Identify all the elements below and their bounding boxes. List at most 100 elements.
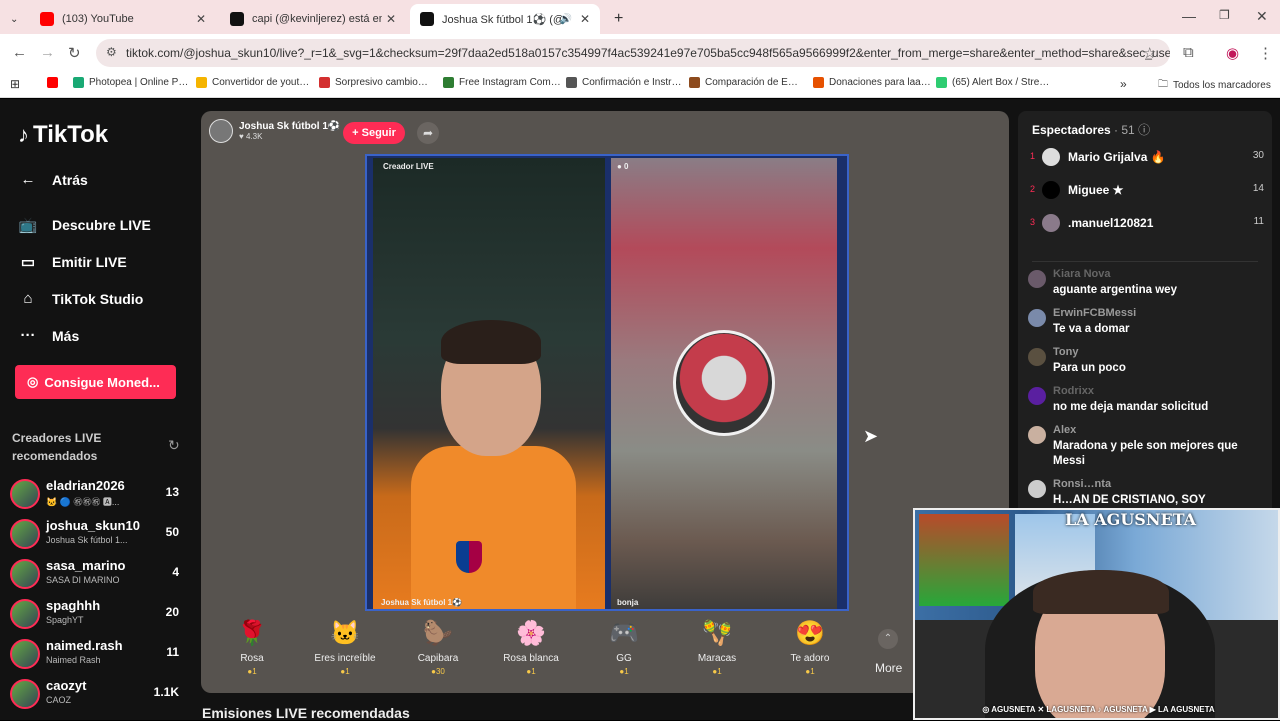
guest-avatar bbox=[673, 330, 775, 436]
avatar bbox=[1028, 426, 1046, 444]
creator-item[interactable]: joshua_skun10 Joshua Sk fútbol 1... 50 bbox=[10, 517, 185, 553]
video-player[interactable]: Creador LIVE Joshua Sk fútbol 1⚽ ● 0 bon… bbox=[365, 154, 849, 611]
chat-username: Tony bbox=[1053, 346, 1079, 358]
creator-item[interactable]: eladrian2026 🐱 🔵 ㊗㊗㊗ 🅰... 13 bbox=[10, 477, 185, 513]
creator-name: sasa_marino bbox=[46, 558, 126, 573]
all-bookmarks-folder[interactable]: 🗀 Todos los marcadores bbox=[1158, 77, 1271, 94]
bookmark-item[interactable]: Donaciones para laa… bbox=[813, 77, 931, 88]
gift-maracas[interactable]: 🪇 Maracas ●1 bbox=[674, 619, 760, 676]
creator-item[interactable]: spaghhh SpaghYT 20 bbox=[10, 597, 185, 633]
bookmark-item[interactable]: (65) Alert Box / Stre… bbox=[936, 77, 1049, 88]
host-info[interactable]: Joshua Sk fútbol 1⚽ ♥ 4.3K bbox=[209, 119, 340, 143]
bookmark-item[interactable]: Sorpresivo cambio… bbox=[319, 77, 428, 88]
nav-more[interactable]: ··· Más bbox=[18, 327, 80, 344]
maracas-icon: 🪇 bbox=[702, 620, 732, 647]
bookmark-label: Free Instagram Com… bbox=[459, 77, 561, 88]
restore-icon[interactable]: ❐ bbox=[1219, 8, 1230, 22]
tab-youtube[interactable]: (103) YouTube ✕ bbox=[30, 4, 216, 34]
tv-icon: 📺 bbox=[18, 217, 38, 234]
bookmark-youtube[interactable] bbox=[47, 77, 58, 88]
close-tab-icon[interactable]: ✕ bbox=[196, 12, 206, 26]
creator-subtitle: Joshua Sk fútbol 1... bbox=[46, 535, 128, 545]
bookmark-item[interactable]: Convertidor de yout… bbox=[196, 77, 309, 88]
avatar bbox=[1028, 480, 1046, 498]
bookmarks-overflow-icon[interactable]: » bbox=[1120, 77, 1127, 91]
gift-name: Rosa blanca bbox=[503, 653, 559, 664]
avatar bbox=[1028, 387, 1046, 405]
guest-caption: bonja bbox=[617, 598, 639, 607]
url-field[interactable]: ⚙ tiktok.com/@joshua_skun10/live?_r=1&_s… bbox=[96, 39, 1170, 67]
streamer-hair bbox=[1033, 570, 1169, 614]
gift-rosa[interactable]: 🌹 Rosa ●1 bbox=[209, 619, 295, 676]
gift-eres-increible[interactable]: 🐱 Eres increíble ●1 bbox=[302, 619, 388, 676]
creator-item[interactable]: sasa_marino SASA DI MARINO 4 bbox=[10, 557, 185, 593]
profile-icon[interactable]: ◉ bbox=[1226, 44, 1239, 62]
creator-item[interactable]: naimed.rash Naimed Rash 11 bbox=[10, 637, 185, 673]
close-tab-icon[interactable]: ✕ bbox=[580, 12, 590, 26]
tab-search-button[interactable]: ⌄ bbox=[0, 4, 30, 34]
speaker-icon[interactable]: 🔊 bbox=[560, 14, 572, 25]
viewer-count: 11 bbox=[166, 645, 179, 659]
nav-tiktok-studio[interactable]: ⌂ TikTok Studio bbox=[18, 290, 143, 307]
follow-button[interactable]: + Seguir bbox=[343, 122, 405, 144]
viewer-count: 1.1K bbox=[153, 685, 179, 699]
site-info-icon[interactable]: ⚙ bbox=[106, 45, 117, 59]
bookmark-item[interactable]: Confirmación e Instr… bbox=[566, 77, 681, 88]
bookmark-item[interactable]: Free Instagram Com… bbox=[443, 77, 561, 88]
back-link[interactable]: ← Atrás bbox=[18, 171, 88, 188]
ranking-row[interactable]: 1 Mario Grijalva 🔥 30 bbox=[1030, 146, 1268, 170]
chat-text: aguante argentina wey bbox=[1053, 284, 1177, 296]
bookmark-star-icon[interactable]: ☆ bbox=[1143, 44, 1156, 62]
avatar bbox=[10, 479, 40, 509]
viewer-count: 50 bbox=[165, 525, 179, 539]
gift-gg[interactable]: 🎮 GG ●1 bbox=[581, 619, 667, 676]
creator-subtitle: CAOZ bbox=[46, 695, 72, 705]
spectators-header[interactable]: Espectadores · 51 ⓘ bbox=[1032, 121, 1150, 138]
minimize-icon[interactable]: — bbox=[1182, 8, 1196, 24]
avatar bbox=[1042, 181, 1060, 199]
gift-te-adoro[interactable]: 😍 Te adoro ●1 bbox=[767, 619, 853, 676]
bookmark-label: Confirmación e Instr… bbox=[582, 77, 682, 88]
creator-name: naimed.rash bbox=[46, 638, 123, 653]
get-coins-button[interactable]: ◎ Consigue Moned... bbox=[15, 365, 176, 399]
chat-text: H…AN DE CRISTIANO, SOY bbox=[1053, 494, 1206, 506]
close-window-icon[interactable]: ✕ bbox=[1256, 8, 1268, 25]
nav-discover-live[interactable]: 📺 Descubre LIVE bbox=[18, 216, 151, 234]
menu-icon[interactable]: ⋮ bbox=[1258, 44, 1273, 62]
apps-icon[interactable]: ⊞ bbox=[10, 77, 20, 91]
bookmark-label: Photopea | Online P… bbox=[89, 77, 189, 88]
extensions-icon[interactable]: ⧉ bbox=[1183, 44, 1194, 61]
chat-text: Te va a domar bbox=[1053, 323, 1130, 335]
ranking-row[interactable]: 2 Miguee ★ 14 bbox=[1030, 179, 1268, 203]
tiktok-logo[interactable]: ♪ TikTok bbox=[18, 121, 108, 149]
bookmark-item[interactable]: Comparación de E… bbox=[689, 77, 798, 88]
nav-go-live[interactable]: ▭ Emitir LIVE bbox=[18, 253, 127, 271]
get-coins-label: Consigue Moned... bbox=[44, 374, 160, 390]
back-arrow-icon[interactable]: ← bbox=[12, 44, 27, 61]
forward-arrow-icon[interactable]: → bbox=[40, 44, 55, 61]
back-arrow-icon: ← bbox=[20, 171, 36, 188]
gift-bar: 🌹 Rosa ●1 🐱 Eres increíble ●1 🦫 Capibara… bbox=[209, 619, 921, 687]
share-icon[interactable]: ➦ bbox=[417, 122, 439, 144]
tiktok-note-icon: ♪ bbox=[18, 122, 29, 147]
host-likes: ♥ 4.3K bbox=[239, 132, 263, 141]
reload-icon[interactable]: ↻ bbox=[68, 44, 81, 62]
gift-rosa-blanca[interactable]: 🌸 Rosa blanca ●1 bbox=[488, 619, 574, 676]
gift-capibara[interactable]: 🦫 Capibara ●30 bbox=[395, 619, 481, 676]
back-label: Atrás bbox=[52, 171, 88, 188]
refresh-icon[interactable]: ↻ bbox=[168, 437, 180, 454]
tab-joshua[interactable]: Joshua Sk fútbol 1⚽ (@jos… 🔊 ✕ bbox=[410, 4, 600, 34]
bookmark-item[interactable]: Photopea | Online P… bbox=[73, 77, 188, 88]
chevron-up-icon[interactable]: ⌃ bbox=[878, 629, 898, 649]
host-avatar[interactable] bbox=[209, 119, 233, 143]
tab-capi[interactable]: capi (@kevinljerez) está emitie… ✕ bbox=[220, 4, 406, 34]
new-tab-button[interactable]: + bbox=[604, 4, 628, 34]
rose-icon: 🌹 bbox=[237, 620, 267, 647]
ranking-row[interactable]: 3 .manuel120821 11 bbox=[1030, 212, 1268, 236]
more-gifts-button[interactable]: More bbox=[875, 661, 902, 675]
info-icon[interactable]: ⓘ bbox=[1138, 123, 1150, 137]
close-tab-icon[interactable]: ✕ bbox=[386, 12, 396, 26]
creator-item[interactable]: caozyt CAOZ 1.1K bbox=[10, 677, 185, 713]
youtube-icon bbox=[40, 12, 54, 26]
nav-label: TikTok Studio bbox=[52, 290, 144, 307]
